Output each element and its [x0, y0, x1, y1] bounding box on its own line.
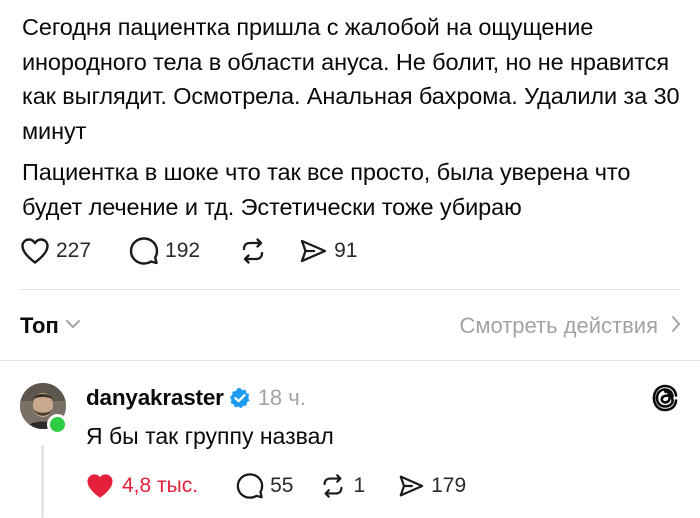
- comment-share-button[interactable]: 179: [397, 472, 466, 500]
- heart-icon: [86, 473, 114, 499]
- thread-line: [41, 445, 44, 518]
- comment-like-count: 4,8 тыс.: [122, 474, 199, 497]
- post-actions: 227 192 91: [20, 234, 357, 268]
- view-activity-label: Смотреть действия: [459, 313, 658, 338]
- comment-bubble-icon: [236, 472, 264, 500]
- view-activity-link[interactable]: Смотреть действия: [459, 313, 682, 339]
- post-like-count: 227: [56, 239, 92, 262]
- verified-badge-icon: [229, 387, 251, 409]
- comment-actions: 4,8 тыс. 55 1 179: [86, 470, 466, 502]
- heart-icon: [20, 237, 50, 265]
- post-paragraph-1: Сегодня пациентка пришла с жалобой на ощ…: [22, 14, 680, 144]
- chevron-right-icon: [670, 315, 682, 338]
- post-body: Сегодня пациентка пришла с жалобой на ощ…: [22, 10, 682, 224]
- post-repost-button[interactable]: [238, 236, 274, 266]
- post-reply-button[interactable]: 192: [129, 236, 200, 266]
- sort-label: Топ: [20, 313, 59, 338]
- post-share-count: 91: [334, 239, 358, 262]
- divider: [0, 360, 700, 361]
- online-status-dot: [47, 414, 68, 435]
- comment-time: 18 ч.: [257, 385, 306, 410]
- post-share-button[interactable]: 91: [298, 236, 357, 266]
- comment-header: danyakraster 18 ч.: [86, 383, 306, 413]
- comment-username[interactable]: danyakraster: [86, 385, 224, 411]
- comment-repost-count: 1: [353, 474, 366, 497]
- comment-reply-count: 55: [270, 474, 294, 497]
- comment-bubble-icon: [129, 236, 159, 266]
- post-like-button[interactable]: 227: [20, 237, 91, 265]
- post-paragraph-2: Пациентка в шоке что так все просто, был…: [22, 159, 631, 220]
- divider: [20, 289, 680, 290]
- comment-reply-button[interactable]: 55: [236, 472, 293, 500]
- replies-header: Топ Смотреть действия: [20, 310, 682, 342]
- share-send-icon: [298, 236, 328, 266]
- comment-share-count: 179: [431, 474, 467, 497]
- repost-icon: [319, 472, 347, 500]
- chevron-down-icon: [65, 317, 81, 335]
- post-reply-count: 192: [165, 239, 201, 262]
- threads-logo-icon[interactable]: [650, 383, 680, 413]
- comment-like-button[interactable]: 4,8 тыс.: [86, 473, 198, 499]
- share-send-icon: [397, 472, 425, 500]
- repost-icon: [238, 236, 268, 266]
- comment-text: Я бы так группу назвал: [86, 423, 334, 449]
- comment-repost-button[interactable]: 1: [319, 472, 365, 500]
- sort-dropdown[interactable]: Топ: [20, 313, 81, 339]
